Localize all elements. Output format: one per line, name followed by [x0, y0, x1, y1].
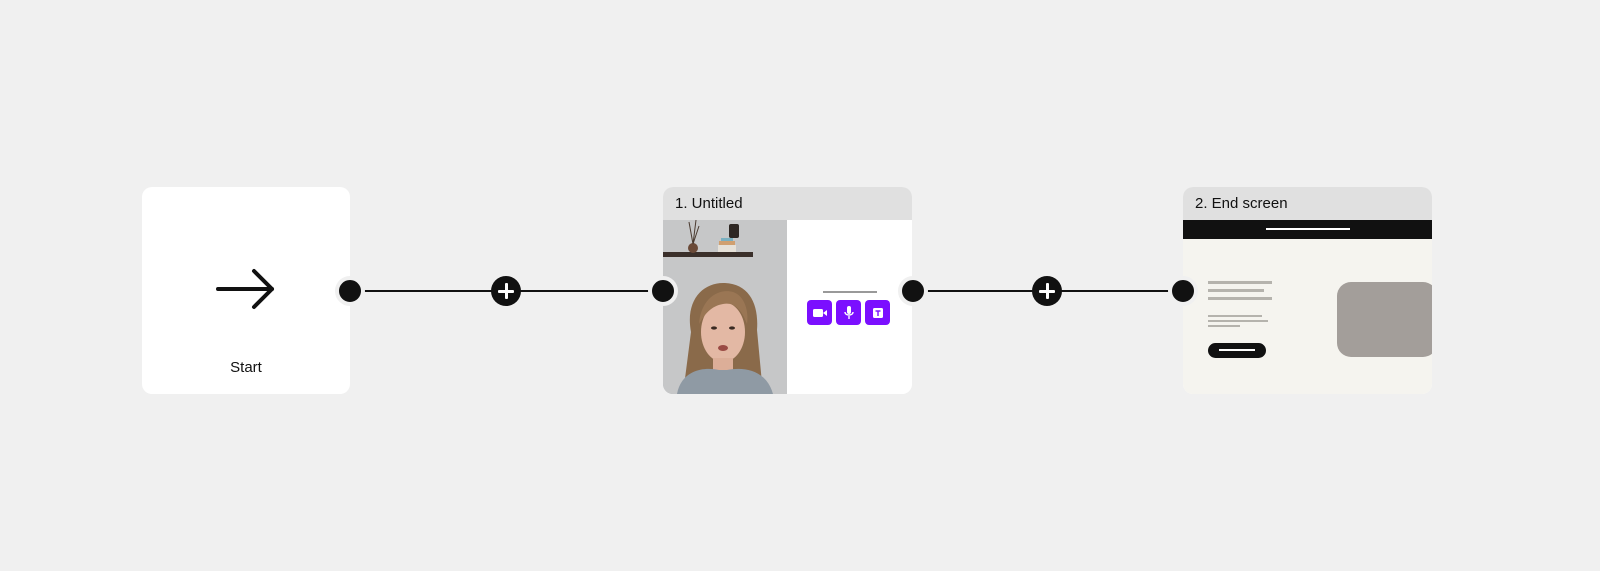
placeholder-line	[1208, 289, 1264, 292]
placeholder-line	[1208, 315, 1262, 317]
placeholder-line	[1208, 320, 1268, 322]
button-line	[1219, 349, 1255, 351]
text-icon[interactable]	[865, 300, 890, 325]
step-title: 1. Untitled	[663, 187, 912, 220]
placeholder-line	[1208, 281, 1272, 284]
response-panel	[787, 220, 912, 394]
arrow-right-icon	[216, 269, 274, 309]
plus-icon[interactable]	[491, 276, 521, 306]
plus-icon[interactable]	[1032, 276, 1062, 306]
end-input-port[interactable]	[1168, 276, 1198, 306]
placeholder-line	[1208, 325, 1240, 327]
placeholder-line	[1208, 297, 1272, 300]
step-card-1[interactable]: 1. Untitled	[663, 187, 912, 394]
video-camera-icon[interactable]	[807, 300, 832, 325]
end-screen-thumbnail	[1183, 239, 1432, 394]
person-video-image	[663, 220, 787, 394]
start-node[interactable]: Start	[142, 187, 350, 394]
end-screen-button	[1208, 343, 1266, 358]
panel-divider	[823, 291, 877, 293]
step1-output-port[interactable]	[898, 276, 928, 306]
start-label: Start	[230, 359, 262, 376]
end-screen-title: 2. End screen	[1183, 187, 1432, 220]
end-screen-image	[1337, 282, 1432, 357]
step1-input-port[interactable]	[648, 276, 678, 306]
start-output-port[interactable]	[335, 276, 365, 306]
end-screen-card[interactable]: 2. End screen	[1183, 187, 1432, 394]
microphone-icon[interactable]	[836, 300, 861, 325]
topbar-line	[1266, 228, 1350, 230]
video-recording-thumbnail	[663, 220, 787, 394]
end-screen-topbar	[1183, 220, 1432, 239]
flow-canvas: Start 1. Untitled 2. End screen	[0, 0, 1600, 571]
